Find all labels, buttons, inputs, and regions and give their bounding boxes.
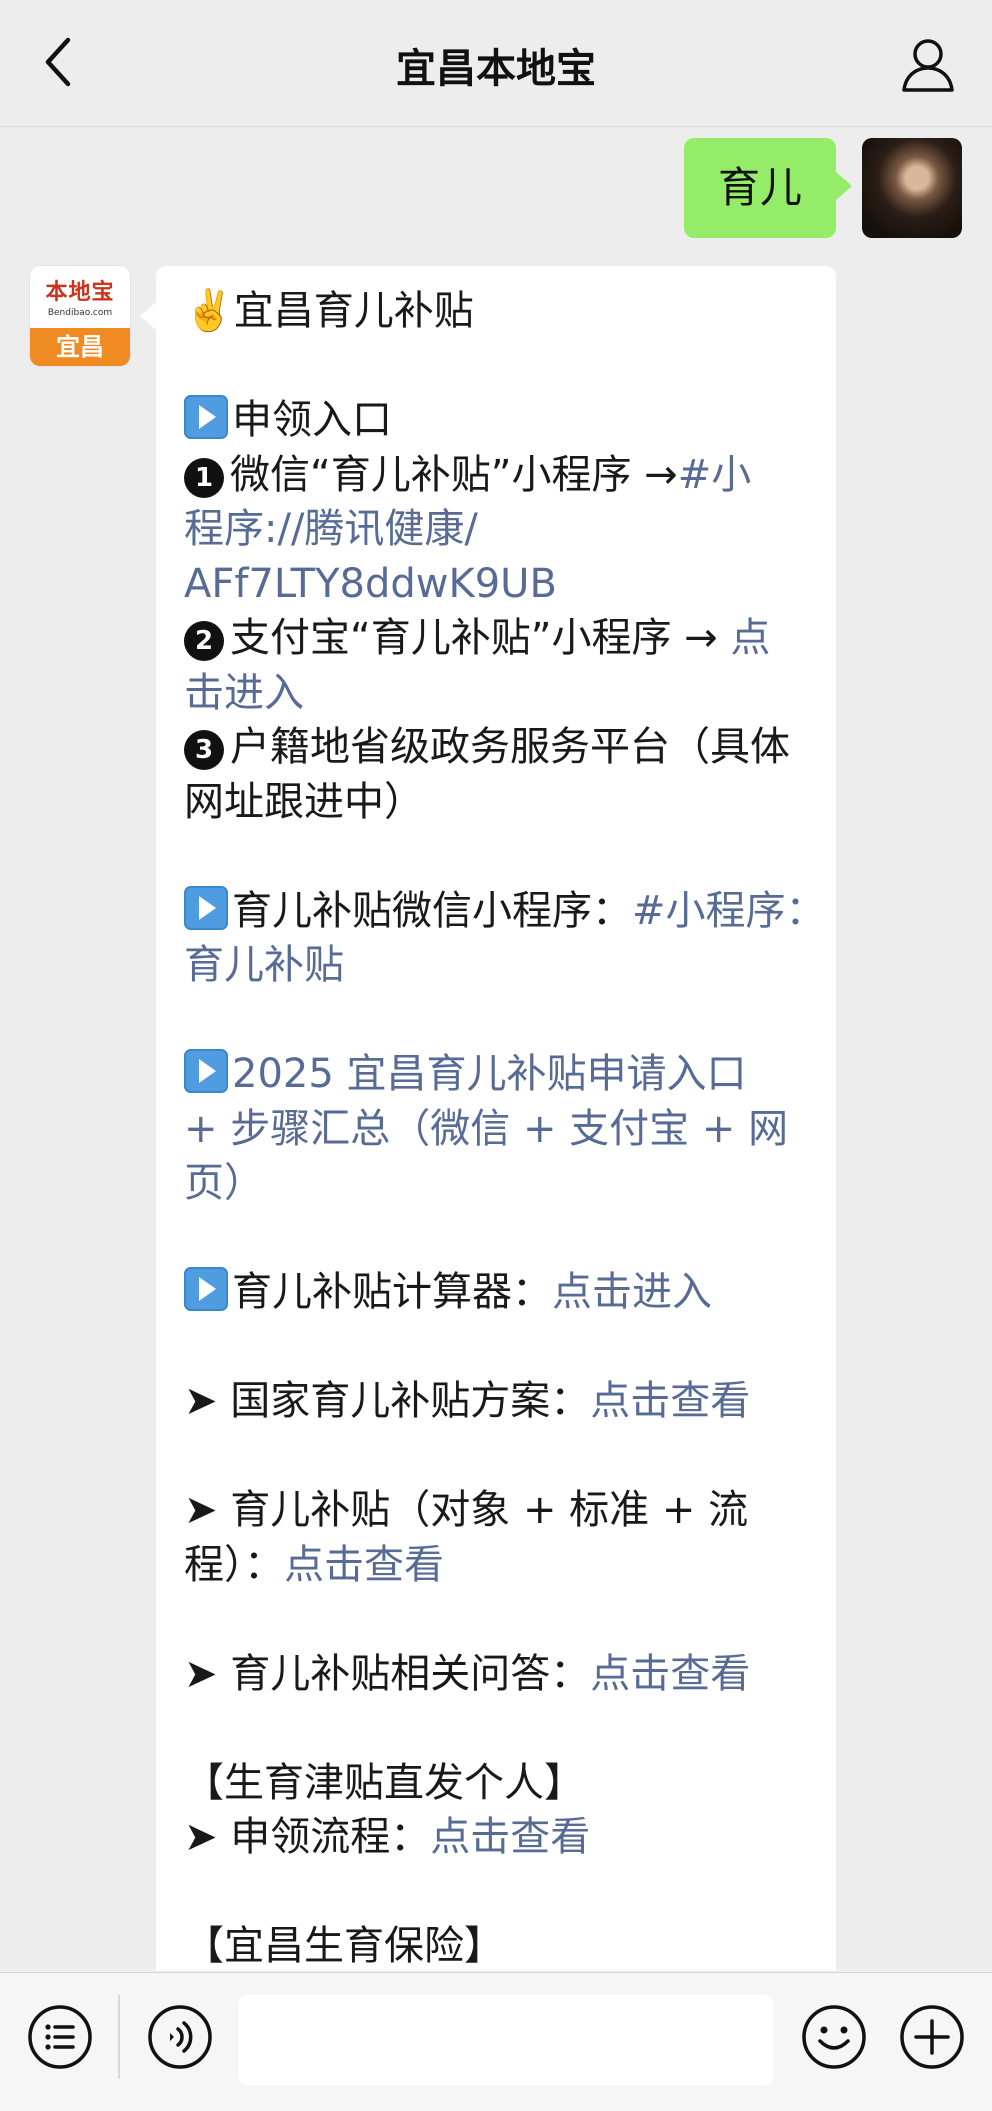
allowance-heading: 【生育津贴直发个人】 (184, 1759, 584, 1806)
user-message-bubble[interactable]: 育儿 (683, 138, 853, 238)
entry-item-1: 1 微信“育儿补贴”小程序 →#小 (184, 448, 808, 503)
play-button-icon (184, 885, 228, 930)
standard-line: ➤ 育儿补贴（对象 + 标准 + 流 (184, 1487, 749, 1533)
faq-link[interactable]: 点击查看 (590, 1651, 750, 1697)
faq-line: ➤ 育儿补贴相关问答：点击查看 (184, 1650, 751, 1697)
emoji-button[interactable] (800, 2003, 868, 2071)
guide-link-cont[interactable]: + 步骤汇总（微信 + 支付宝 + 网 (184, 1106, 788, 1152)
menu-button[interactable] (26, 2003, 94, 2071)
wechat-miniapp-link-code[interactable]: AFf7LTY8ddwK9UB (184, 561, 557, 607)
bot-message-bubble: ✌️宜昌育儿补贴 申领入口 1 微信“育儿补贴”小程序 →#小 程序://腾讯健康… (140, 266, 836, 1971)
guide-line: 2025 宜昌育儿补贴申请入口 (184, 1047, 808, 1102)
menu-list-icon (28, 2005, 92, 2069)
header-bar: 宜昌本地宝 (0, 0, 992, 127)
miniapp-line: 育儿补贴微信小程序：#小程序： (184, 884, 826, 939)
process-line: ➤ 申领流程：点击查看 (184, 1814, 591, 1860)
national-plan-line: ➤ 国家育儿补贴方案：点击查看 (184, 1378, 751, 1424)
section-entry-heading: 申领入口 (184, 393, 808, 448)
profile-button[interactable] (896, 32, 960, 96)
avatar-logo-top: 本地宝 Bendibao.com (30, 266, 130, 324)
avatar-city-text: 宜昌 (30, 328, 130, 366)
message-input[interactable] (238, 1995, 773, 2085)
user-avatar[interactable] (862, 138, 962, 238)
process-link[interactable]: 点击查看 (430, 1814, 590, 1860)
insurance-heading: 【宜昌生育保险】 (184, 1923, 504, 1969)
number-3-icon: 3 (184, 730, 224, 770)
plus-button[interactable] (898, 2003, 966, 2071)
avatar-domain-text: Bendibao.com (47, 308, 113, 318)
standard-link[interactable]: 点击查看 (284, 1542, 444, 1588)
avatar-brand-text: 本地宝 (45, 280, 115, 305)
miniapp-link-cont[interactable]: 育儿补贴 (184, 942, 344, 988)
plus-icon (900, 2005, 964, 2069)
play-button-icon (184, 1267, 228, 1311)
calculator-link[interactable]: 点击进入 (552, 1269, 712, 1315)
wechat-miniapp-link[interactable]: #小 (678, 452, 752, 498)
number-1-icon: 1 (184, 457, 224, 498)
calculator-line: 育儿补贴计算器：点击进入 (184, 1265, 808, 1320)
guide-link[interactable]: 2025 宜昌育儿补贴申请入口 (232, 1051, 747, 1097)
alipay-entry-link-cont[interactable]: 击进入 (184, 670, 304, 716)
miniapp-link[interactable]: #小程序： (632, 888, 826, 934)
wechat-miniapp-link-cont[interactable]: 程序://腾讯健康/ (184, 506, 478, 552)
play-button-icon (184, 395, 228, 439)
toolbar-divider (118, 1995, 120, 2079)
official-account-avatar[interactable]: 本地宝 Bendibao.com 宜昌 (30, 266, 130, 366)
alipay-entry-link[interactable]: 点 (730, 615, 770, 661)
person-icon (902, 39, 954, 92)
voice-icon (148, 2005, 212, 2069)
input-toolbar (0, 1972, 992, 2111)
voice-button[interactable] (146, 2003, 214, 2071)
emoji-icon (802, 2005, 866, 2069)
entry-item-3-cont: 网址跟进中） (184, 778, 424, 825)
guide-link-end[interactable]: 页） (184, 1160, 264, 1206)
page-title: 宜昌本地宝 (396, 46, 596, 92)
entry-item-3: 3 户籍地省级政务服务平台（具体 (184, 720, 808, 775)
number-2-icon: 2 (184, 621, 224, 661)
entry-item-2: 2 支付宝“育儿补贴”小程序 → 点 (184, 611, 808, 666)
chat-area[interactable]: 育儿 本地宝 Bendibao.com 宜昌 ✌️宜昌育儿补贴 申领入口 1 微信… (0, 126, 992, 1971)
play-button-icon (184, 1049, 228, 1093)
message-title: ✌️宜昌育儿补贴 (184, 288, 474, 334)
national-plan-link[interactable]: 点击查看 (590, 1378, 750, 1424)
